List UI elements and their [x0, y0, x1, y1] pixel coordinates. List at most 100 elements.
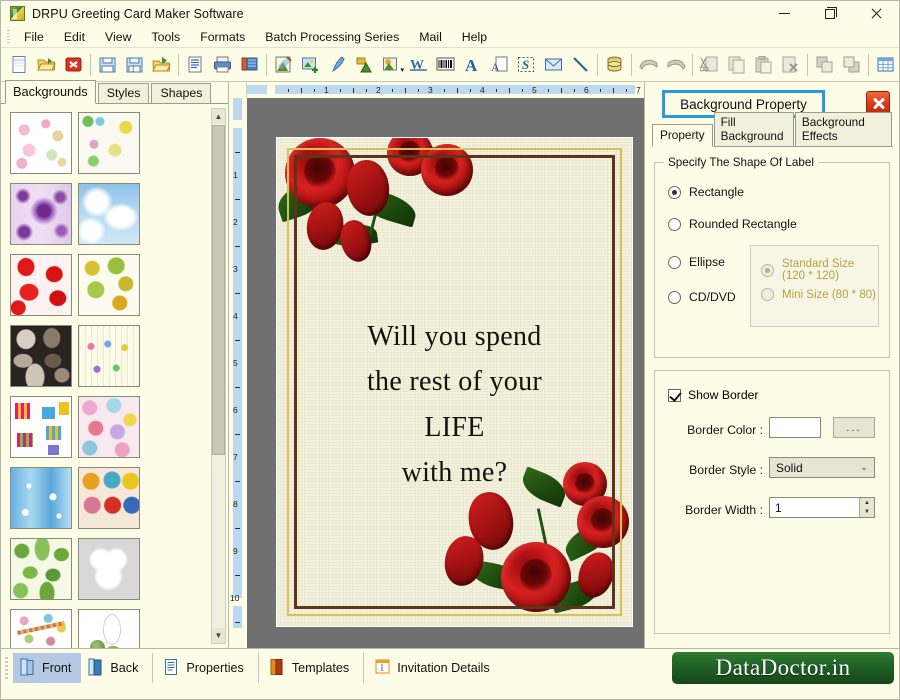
new-document-icon[interactable] [7, 52, 32, 77]
grid-icon[interactable] [873, 52, 898, 77]
copy-icon[interactable] [724, 52, 749, 77]
undo-icon[interactable] [636, 52, 661, 77]
picture-fill-icon[interactable]: ▾ [379, 52, 404, 77]
border-color-browse-button[interactable]: ... [833, 417, 875, 438]
radio-cd-dvd[interactable]: CD/DVD [668, 290, 736, 304]
greeting-card[interactable]: Will you spend the rest of your LIFE wit… [277, 138, 632, 626]
left-panel-scrollbar[interactable]: ▲ ▼ [211, 108, 226, 644]
border-style-select[interactable]: Solid ⌄ [769, 457, 875, 478]
save-as-icon[interactable]: I [122, 52, 147, 77]
green-fruit-pattern-background[interactable] [78, 254, 140, 316]
cut-icon[interactable] [697, 52, 722, 77]
barcode-icon[interactable] [433, 52, 458, 77]
show-border-label: Show Border [688, 388, 759, 402]
shapes-icon[interactable] [352, 52, 377, 77]
delete-icon[interactable] [61, 52, 86, 77]
bring-front-icon[interactable] [812, 52, 837, 77]
radio-standard-size[interactable]: Standard Size (120 * 120) [761, 258, 878, 282]
green-ornament-background[interactable] [78, 609, 140, 648]
delete-object-icon[interactable] [778, 52, 803, 77]
menu-formats[interactable]: Formats [190, 27, 255, 47]
tab-fill-background[interactable]: Fill Background [713, 112, 794, 146]
strawberry-pattern-background[interactable] [10, 254, 72, 316]
save-icon[interactable] [95, 52, 120, 77]
radio-mini-size[interactable]: Mini Size (80 * 80) [761, 288, 876, 301]
print-preview-icon[interactable] [237, 52, 262, 77]
purple-floral-background[interactable] [10, 183, 72, 245]
orange-mandala-background[interactable] [78, 467, 140, 529]
border-width-stepper[interactable]: 1 ▲ ▼ [769, 497, 875, 518]
text-icon[interactable]: A [460, 52, 485, 77]
baby-doodles-background[interactable] [10, 112, 72, 174]
stepper-buttons[interactable]: ▲ ▼ [859, 498, 874, 517]
stepper-up-icon[interactable]: ▲ [860, 498, 874, 508]
line-icon[interactable] [568, 52, 593, 77]
status-button-front[interactable]: Front [13, 652, 82, 683]
open-folder-icon[interactable] [34, 52, 59, 77]
envelope-icon[interactable] [541, 52, 566, 77]
card-line-3: LIFE [424, 411, 485, 443]
ruler-tick-label: 4 [233, 311, 238, 321]
menu-file[interactable]: File [14, 27, 54, 47]
checkbox-show-border[interactable]: Show Border [668, 388, 758, 402]
colorful-blossom-background[interactable] [78, 396, 140, 458]
status-separator [363, 652, 365, 683]
redo-icon[interactable] [663, 52, 688, 77]
tab-property[interactable]: Property [652, 124, 713, 147]
left-panel: Backgrounds Styles Shapes ▲ ▼ [1, 80, 229, 648]
close-window-button[interactable] [853, 1, 899, 26]
border-group-box: Show Border Border Color : ... Border St… [654, 370, 890, 634]
design-view-icon[interactable] [271, 52, 296, 77]
pine-tree-pattern-background[interactable] [10, 538, 72, 600]
pebble-stones-background[interactable] [10, 325, 72, 387]
pastel-flowers-stripe-background[interactable] [78, 325, 140, 387]
ruler-tick [496, 89, 497, 92]
menu-edit[interactable]: Edit [54, 27, 95, 47]
blue-sky-clouds-background[interactable] [78, 183, 140, 245]
stepper-down-icon[interactable]: ▼ [860, 508, 874, 518]
tab-background-effects[interactable]: Background Effects [794, 112, 892, 146]
insert-image-icon[interactable] [298, 52, 323, 77]
page-setup-icon[interactable] [183, 52, 208, 77]
print-icon[interactable] [210, 52, 235, 77]
chevron-down-icon[interactable]: ▼ [212, 628, 225, 643]
white-heart-background[interactable] [78, 538, 140, 600]
text-box-icon[interactable]: A [487, 52, 512, 77]
maximize-button[interactable] [807, 1, 853, 26]
paste-icon[interactable] [751, 52, 776, 77]
border-color-swatch[interactable] [769, 417, 821, 438]
baby-alphabet-background[interactable] [78, 112, 140, 174]
status-button-back[interactable]: Back [81, 653, 148, 683]
tab-backgrounds[interactable]: Backgrounds [5, 80, 96, 104]
menu-mail[interactable]: Mail [409, 27, 452, 47]
status-button-templates[interactable]: Templates [263, 653, 359, 683]
status-button-properties[interactable]: Properties [157, 653, 253, 683]
signature-icon[interactable]: S [514, 52, 539, 77]
menu-batch-processing-series[interactable]: Batch Processing Series [255, 27, 409, 47]
export-folder-icon[interactable] [149, 52, 174, 77]
radio-indicator [761, 263, 774, 277]
kids-toys-background[interactable] [10, 609, 72, 648]
send-back-icon[interactable] [839, 52, 864, 77]
horizontal-ruler: 1 2 3 4 5 6 7 [229, 82, 644, 98]
radio-rectangle[interactable]: Rectangle [668, 185, 744, 199]
card-message-text[interactable]: Will you spend the rest of your LIFE wit… [277, 314, 632, 495]
blue-snowflake-background[interactable] [10, 467, 72, 529]
design-stage[interactable]: Will you spend the rest of your LIFE wit… [247, 98, 644, 648]
minimize-button[interactable] [761, 1, 807, 26]
radio-rounded-rectangle[interactable]: Rounded Rectangle [668, 217, 797, 231]
tab-shapes[interactable]: Shapes [151, 83, 212, 103]
pen-tool-icon[interactable] [325, 52, 350, 77]
scrollbar-thumb[interactable] [212, 125, 225, 455]
menu-view[interactable]: View [95, 27, 141, 47]
ruler-tick [418, 89, 419, 92]
tab-styles[interactable]: Styles [97, 83, 150, 103]
radio-ellipse[interactable]: Ellipse [668, 255, 725, 269]
chevron-up-icon[interactable]: ▲ [212, 109, 225, 124]
menu-help[interactable]: Help [452, 27, 497, 47]
database-icon[interactable] [602, 52, 627, 77]
watermark-icon[interactable]: W [406, 52, 431, 77]
gift-boxes-background[interactable] [10, 396, 72, 458]
menu-tools[interactable]: Tools [141, 27, 190, 47]
status-button-invitation-details[interactable]: I Invitation Details [368, 653, 499, 683]
